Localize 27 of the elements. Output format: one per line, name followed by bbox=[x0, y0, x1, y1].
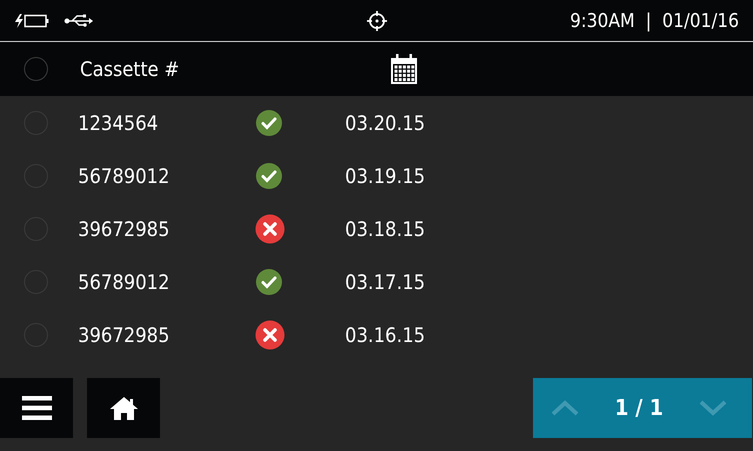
cassette-number: 56789012 bbox=[78, 164, 170, 188]
crosshair-icon bbox=[366, 10, 388, 32]
page-indicator: 1 / 1 bbox=[614, 396, 664, 420]
date-text: 03.17.15 bbox=[345, 270, 426, 294]
battery-icon bbox=[14, 12, 50, 28]
cassette-number: 39672985 bbox=[78, 216, 170, 240]
error-icon bbox=[255, 214, 285, 244]
cassette-number: 56789012 bbox=[78, 270, 170, 294]
clock-text: 9:30AM | 01/01/16 bbox=[568, 10, 740, 32]
calendar-icon bbox=[390, 53, 418, 85]
home-button[interactable] bbox=[87, 378, 160, 438]
check-icon bbox=[255, 162, 283, 190]
column-header: Cassette # bbox=[80, 57, 180, 81]
menu-button[interactable] bbox=[0, 378, 73, 438]
error-icon bbox=[255, 320, 285, 350]
cassette-number: 1234564 bbox=[78, 110, 158, 134]
home-icon bbox=[110, 396, 138, 420]
usb-icon bbox=[64, 14, 94, 28]
date-text: 03.18.15 bbox=[345, 216, 426, 240]
date-text: 03.16.15 bbox=[345, 322, 426, 346]
cassette-number: 39672985 bbox=[78, 322, 170, 346]
date-text: 03.19.15 bbox=[345, 164, 426, 188]
check-icon bbox=[255, 108, 283, 136]
date-text: 03.20.15 bbox=[345, 110, 426, 134]
menu-icon bbox=[22, 396, 52, 420]
select-all-radio[interactable] bbox=[24, 57, 48, 81]
check-icon bbox=[255, 268, 283, 296]
